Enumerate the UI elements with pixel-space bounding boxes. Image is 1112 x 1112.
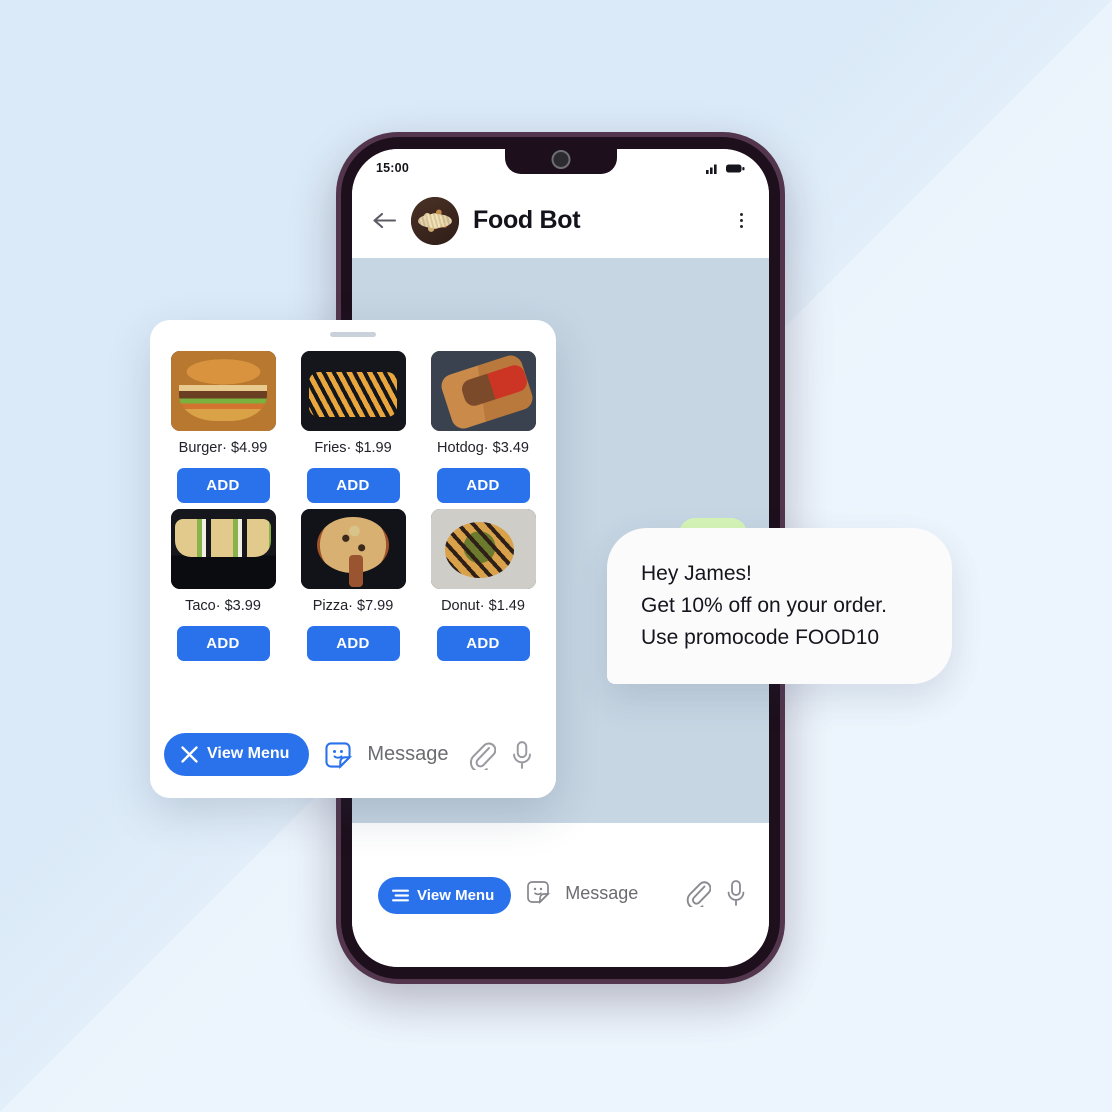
status-indicators bbox=[706, 162, 745, 174]
menu-item-label: Burger· $4.99 bbox=[178, 440, 268, 456]
phone-input-bar: View Menu Message bbox=[352, 855, 769, 967]
menu-item: Taco· $3.99 ADD bbox=[168, 509, 278, 661]
message-input[interactable]: Message bbox=[367, 743, 454, 766]
hamburger-icon bbox=[392, 889, 409, 902]
sticker-smiley-icon[interactable] bbox=[525, 877, 551, 905]
microphone-icon[interactable] bbox=[725, 877, 747, 907]
add-to-cart-button[interactable]: ADD bbox=[436, 626, 530, 661]
view-menu-label: View Menu bbox=[207, 745, 290, 762]
add-to-cart-button[interactable]: ADD bbox=[306, 626, 400, 661]
menu-item: Donut· $1.49 ADD bbox=[428, 509, 538, 661]
view-menu-button[interactable]: View Menu bbox=[378, 877, 512, 914]
cellular-signal-icon bbox=[706, 162, 721, 174]
menu-item-label: Fries· $1.99 bbox=[314, 440, 392, 456]
microphone-icon[interactable] bbox=[510, 738, 534, 770]
add-to-cart-button[interactable]: ADD bbox=[436, 468, 530, 503]
chat-header: Food Bot bbox=[352, 183, 769, 258]
promo-line-3: Use promocode FOOD10 bbox=[641, 626, 880, 650]
add-to-cart-button[interactable]: ADD bbox=[176, 626, 270, 661]
menu-item-label: Pizza· $7.99 bbox=[312, 598, 394, 614]
view-menu-close-button[interactable]: View Menu bbox=[164, 732, 310, 776]
promo-line-2: Get 10% off on your order. bbox=[641, 594, 887, 618]
back-arrow-icon[interactable] bbox=[372, 211, 397, 230]
add-to-cart-button[interactable]: ADD bbox=[306, 468, 400, 503]
status-time: 15:00 bbox=[376, 161, 409, 175]
taco-thumbnail[interactable] bbox=[170, 509, 276, 589]
hotdog-thumbnail[interactable] bbox=[430, 351, 536, 431]
add-to-cart-button[interactable]: ADD bbox=[176, 468, 270, 503]
menu-item-grid: Burger· $4.99 ADD Fries· $1.99 ADD Hotdog· $… bbox=[150, 337, 556, 661]
bot-avatar[interactable] bbox=[411, 196, 459, 245]
menu-item: Fries· $1.99 ADD bbox=[298, 351, 408, 503]
paperclip-icon[interactable] bbox=[468, 738, 496, 770]
menu-item: Burger· $4.99 ADD bbox=[168, 351, 278, 503]
menu-item: Hotdog· $3.49 ADD bbox=[428, 351, 538, 503]
chat-title: Food Bot bbox=[473, 206, 581, 234]
burger-thumbnail[interactable] bbox=[170, 351, 276, 431]
close-x-icon bbox=[180, 745, 199, 764]
menu-item-label: Hotdog· $3.49 bbox=[437, 440, 529, 456]
kebab-menu-icon[interactable] bbox=[736, 207, 747, 234]
battery-icon bbox=[726, 163, 745, 174]
menu-item-label: Taco· $3.99 bbox=[185, 598, 261, 614]
menu-item: Pizza· $7.99 ADD bbox=[298, 509, 408, 661]
view-menu-label: View Menu bbox=[417, 887, 495, 904]
sticker-smiley-icon[interactable] bbox=[323, 738, 353, 770]
menu-panel: Burger· $4.99 ADD Fries· $1.99 ADD Hotdog· $… bbox=[150, 320, 556, 798]
donut-thumbnail[interactable] bbox=[430, 509, 536, 589]
message-input[interactable]: Message bbox=[565, 877, 671, 904]
screenshot-stage: 15:00 Food Bot View Menu Message Hey Jam… bbox=[0, 0, 1112, 1112]
menu-item-label: Donut· $1.49 bbox=[441, 598, 525, 614]
front-camera-icon bbox=[551, 150, 570, 169]
status-bar: 15:00 bbox=[352, 149, 769, 183]
pizza-thumbnail[interactable] bbox=[300, 509, 406, 589]
promo-message-bubble: Hey James! Get 10% off on your order. Us… bbox=[607, 528, 952, 685]
fries-thumbnail[interactable] bbox=[300, 351, 406, 431]
promo-line-1: Hey James! bbox=[641, 562, 752, 585]
paperclip-icon[interactable] bbox=[685, 877, 711, 907]
panel-input-bar: View Menu Message bbox=[150, 710, 556, 798]
phone-notch bbox=[504, 149, 617, 174]
